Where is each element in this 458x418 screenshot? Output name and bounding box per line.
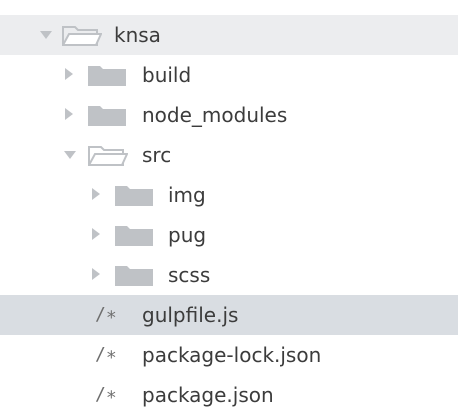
tree-item-label: src: [142, 143, 172, 167]
chevron-right-icon[interactable]: [92, 268, 100, 280]
tree-item-img[interactable]: img: [0, 175, 458, 215]
tree-item-label: gulpfile.js: [142, 303, 239, 327]
json-file-icon: /∗: [95, 384, 117, 405]
tree-item-knsa[interactable]: knsa: [0, 15, 458, 55]
chevron-down-icon[interactable]: [64, 151, 76, 159]
folder-open-icon: [62, 26, 102, 46]
chevron-right-icon[interactable]: [92, 228, 100, 240]
folder-icon: [115, 266, 153, 286]
tree-item-label: package-lock.json: [142, 343, 322, 367]
tree-item-label: knsa: [114, 23, 161, 47]
tree-item-gulpfile-js[interactable]: /∗ gulpfile.js: [0, 295, 458, 335]
chevron-right-icon[interactable]: [65, 108, 73, 120]
folder-icon: [115, 226, 153, 246]
chevron-right-icon[interactable]: [65, 68, 73, 80]
tree-item-src[interactable]: src: [0, 135, 458, 175]
folder-icon: [115, 186, 153, 206]
tree-item-node-modules[interactable]: node_modules: [0, 95, 458, 135]
tree-item-build[interactable]: build: [0, 55, 458, 95]
chevron-down-icon[interactable]: [40, 31, 52, 39]
tree-item-label: img: [168, 183, 206, 207]
chevron-right-icon[interactable]: [92, 188, 100, 200]
file-tree: knsa build node_modules src img pug scss…: [0, 0, 458, 418]
tree-item-package-lock-json[interactable]: /∗ package-lock.json: [0, 335, 458, 375]
tree-item-pug[interactable]: pug: [0, 215, 458, 255]
folder-icon: [88, 106, 126, 126]
tree-item-package-json[interactable]: /∗ package.json: [0, 375, 458, 415]
tree-item-scss[interactable]: scss: [0, 255, 458, 295]
tree-item-label: scss: [168, 263, 211, 287]
tree-item-label: node_modules: [142, 103, 288, 127]
tree-item-label: package.json: [142, 383, 274, 407]
folder-open-icon: [88, 146, 128, 166]
tree-item-label: build: [142, 63, 192, 87]
tree-item-label: pug: [168, 223, 207, 247]
js-file-icon: /∗: [95, 304, 117, 325]
folder-icon: [88, 66, 126, 86]
json-file-icon: /∗: [95, 344, 117, 365]
